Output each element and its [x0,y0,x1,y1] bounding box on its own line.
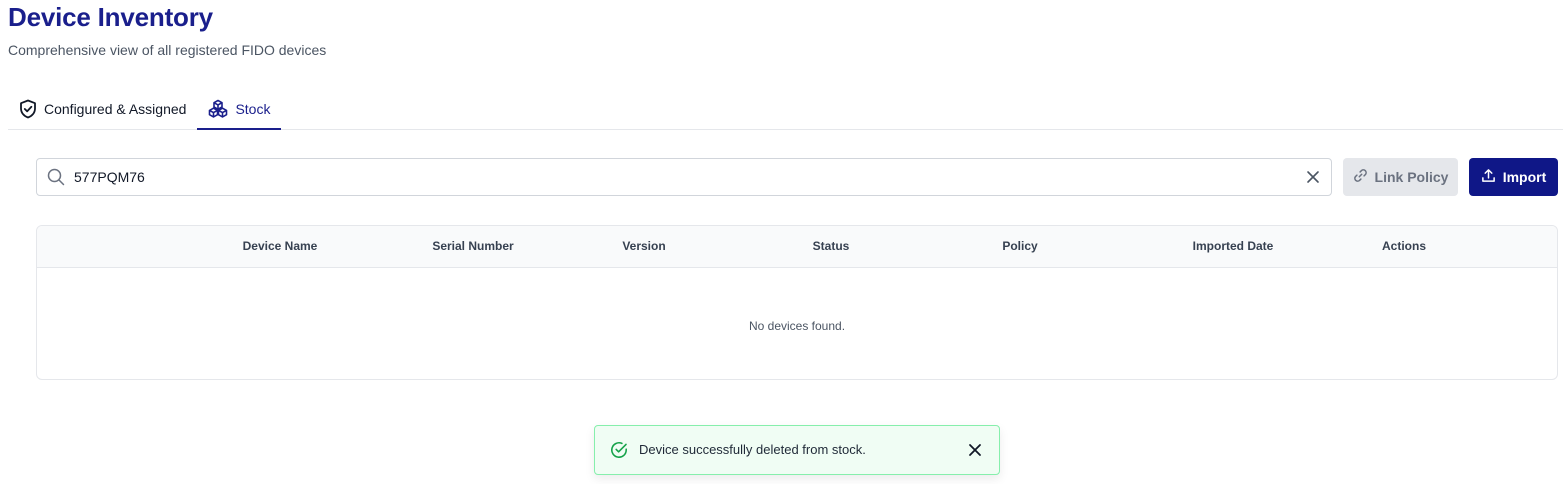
tab-stock[interactable]: Stock [197,90,282,130]
close-icon[interactable] [968,443,982,462]
tab-configured-assigned[interactable]: Configured & Assigned [8,90,197,130]
upload-icon [1481,168,1496,186]
search-input[interactable] [74,159,1294,195]
link-policy-button[interactable]: Link Policy [1343,158,1458,196]
column-header-imported-date[interactable]: Imported Date [1193,239,1274,253]
check-circle-icon [610,441,628,464]
link-policy-label: Link Policy [1374,169,1449,185]
search-box [36,158,1332,196]
clear-search-icon[interactable] [1305,169,1321,190]
tab-label: Stock [235,101,271,117]
column-header-policy[interactable]: Policy [1002,239,1037,253]
import-label: Import [1502,169,1547,185]
shield-check-icon [19,99,37,119]
tab-bar: Configured & Assigned Stock [8,90,1563,130]
column-header-serial-number[interactable]: Serial Number [432,239,513,253]
column-header-version[interactable]: Version [622,239,665,253]
column-header-status[interactable]: Status [813,239,850,253]
column-header-device-name[interactable]: Device Name [243,239,318,253]
success-toast: Device successfully deleted from stock. [594,425,1000,475]
empty-state-message: No devices found. [748,319,846,333]
column-header-actions: Actions [1381,239,1427,253]
table-header: Device Name Serial Number Version Status… [37,226,1557,268]
page-subtitle: Comprehensive view of all registered FID… [8,42,327,58]
search-icon [47,168,65,191]
page-title: Device Inventory [8,2,213,32]
toast-message: Device successfully deleted from stock. [639,442,866,457]
link-icon [1353,168,1368,186]
device-inventory-page: Device Inventory Comprehensive view of a… [0,0,1563,484]
import-button[interactable]: Import [1469,158,1558,196]
boxes-icon [208,99,228,119]
tab-label: Configured & Assigned [44,101,187,117]
devices-table: Device Name Serial Number Version Status… [36,225,1558,380]
